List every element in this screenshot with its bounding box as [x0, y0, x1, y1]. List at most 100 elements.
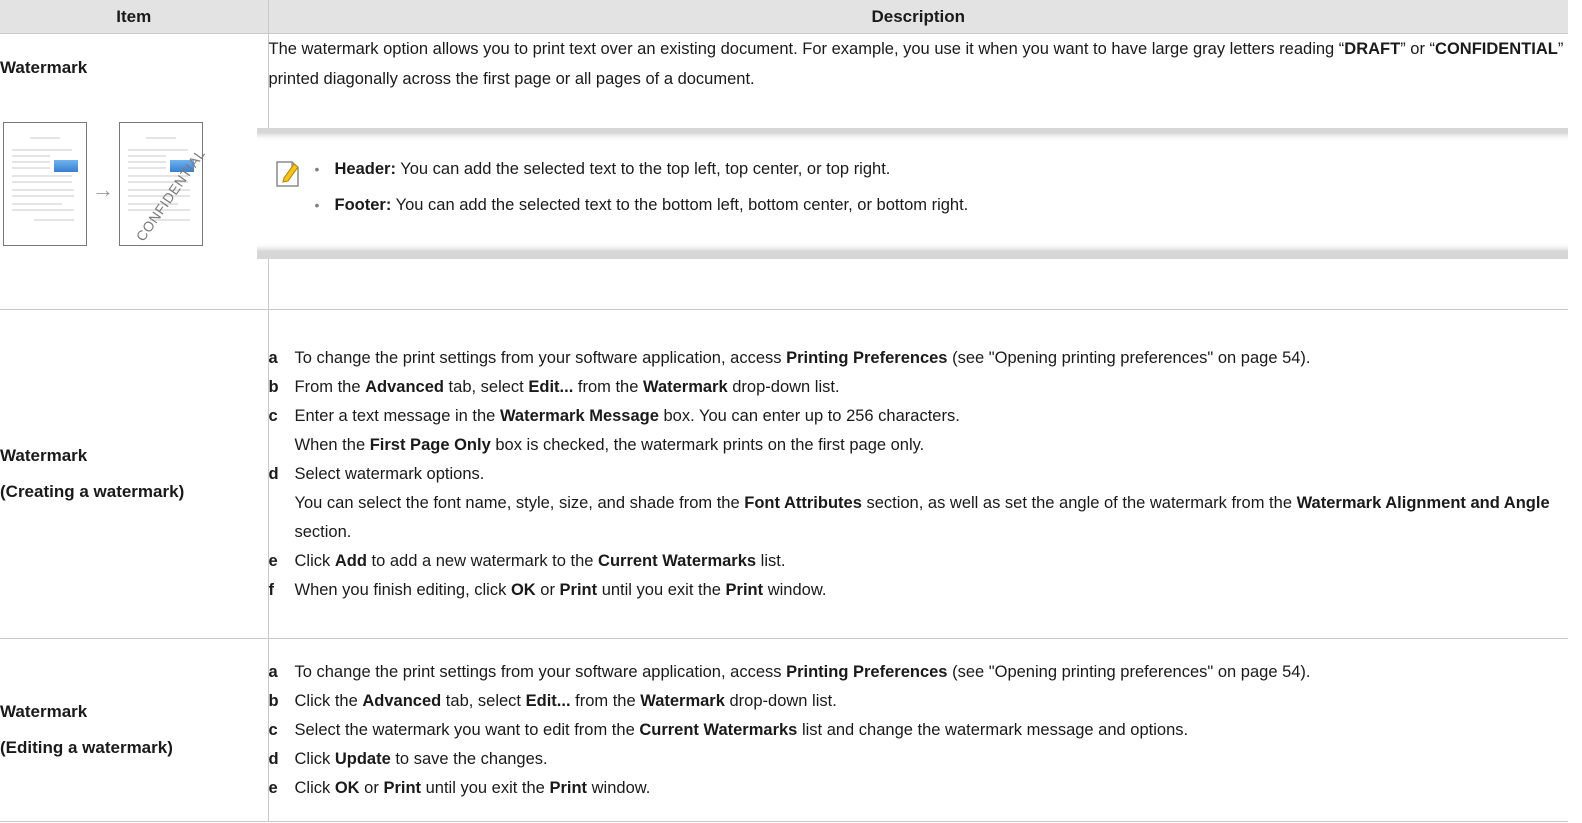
text-run: The watermark option allows you to print… [268, 40, 1345, 58]
bold-term: Print [383, 778, 422, 797]
watermark-illustration: → CONFIDENTIAL [0, 122, 268, 248]
note-list: Header: You can add the selected text to… [257, 133, 1569, 223]
text-run: from the [570, 691, 641, 710]
text-run: When you finish editing, click [294, 580, 511, 599]
text-run: list. [756, 551, 786, 570]
text-run: box. You can enter up to 256 characters. [658, 406, 960, 425]
text-run: section, as well as set the angle of the… [861, 493, 1297, 512]
step-letter: c [268, 720, 278, 739]
bold-term: Footer: [334, 196, 392, 214]
note-list-item: Footer: You can add the selected text to… [315, 187, 1569, 223]
step-text: To change the print settings from your s… [295, 658, 1569, 687]
step-item: f When you finish editing, click OK or Pr… [269, 576, 1569, 605]
description-cell: a To change the print settings from your … [268, 638, 1569, 822]
watermarked-page-thumbnail: CONFIDENTIAL [119, 122, 208, 246]
item-label: Watermark [0, 702, 88, 721]
bold-term: Current Watermarks [598, 551, 757, 570]
bold-term: Print [725, 580, 764, 599]
text-run: tab, select [441, 691, 526, 710]
text-run: Click [294, 551, 335, 570]
description-cell: The watermark option allows you to print… [256, 33, 1569, 310]
text-run: (see "Opening printing preferences" on p… [947, 348, 1311, 367]
bold-term: Advanced [365, 377, 444, 396]
creating-watermark-steps: a To change the print settings from your … [269, 344, 1569, 605]
bold-term: Edit... [525, 691, 571, 710]
text-run: Enter a text message in the [294, 406, 500, 425]
text-run: box is checked, the watermark prints on … [490, 435, 925, 454]
step-item: d Select watermark options. [269, 460, 1569, 489]
arrow-right-icon: → [92, 177, 114, 202]
description-cell: a To change the print settings from your … [268, 309, 1569, 639]
step-item: e Click OK or Print until you exit the Pr… [269, 774, 1569, 803]
text-run: You can add the selected text to the bot… [391, 196, 969, 214]
item-cell: Watermark (Editing a watermark) [0, 638, 269, 822]
table-row: Watermark (Creating a watermark) a To cha… [0, 309, 1569, 639]
editing-watermark-steps: a To change the print settings from your … [269, 658, 1569, 803]
bold-term: Add [334, 551, 367, 570]
text-run: window. [587, 778, 651, 797]
step-text: Click OK or Print until you exit the Pri… [295, 774, 1569, 803]
note-pencil-icon [275, 161, 299, 187]
step-text: Select the watermark you want to edit fr… [295, 716, 1569, 745]
table-row: Watermark (Editing a watermark) a To chan… [0, 638, 1569, 822]
text-run: to save the changes. [390, 749, 548, 768]
step-item: b Click the Advanced tab, select Edit... … [269, 687, 1569, 716]
item-label: Watermark [0, 446, 88, 465]
note-list-item: Header: You can add the selected text to… [315, 151, 1569, 187]
step-subtext: When the First Page Only box is checked,… [269, 431, 1569, 460]
table-row: Watermark → CONFIDENTIAL The watermark o… [0, 33, 1569, 310]
step-text: When you finish editing, click OK or Pri… [295, 576, 1569, 605]
text-run: or [535, 580, 560, 599]
text-run: section. [294, 522, 352, 541]
step-letter: f [268, 580, 275, 599]
text-run: To change the print settings from your s… [294, 662, 787, 681]
step-text: Click the Advanced tab, select Edit... f… [295, 687, 1569, 716]
text-run: from the [573, 377, 643, 396]
bold-term: Printing Preferences [786, 348, 948, 367]
step-letter: b [268, 691, 279, 710]
text-run: tab, select [443, 377, 529, 396]
step-item: a To change the print settings from your … [269, 344, 1569, 373]
watermark-options-table: Item Description Watermark → CONFIDENTIA… [0, 0, 1568, 822]
text-run: or [359, 778, 384, 797]
text-run: list and change the watermark message an… [797, 720, 1189, 739]
step-letter: e [268, 551, 278, 570]
text-run: drop-down list. [727, 377, 840, 396]
text-run: (see "Opening printing preferences" on p… [947, 662, 1311, 681]
bold-term: OK [510, 580, 536, 599]
text-run: until you exit the [421, 778, 550, 797]
step-letter: b [268, 377, 279, 396]
step-text: Click Add to add a new watermark to the … [295, 547, 1569, 576]
bold-term: CONFIDENTIAL [1435, 40, 1558, 58]
item-sublabel: (Editing a watermark) [0, 738, 173, 757]
bold-term: First Page Only [369, 435, 491, 454]
step-subtext: You can select the font name, style, siz… [269, 489, 1569, 547]
bold-term: Printing Preferences [786, 662, 948, 681]
text-run: Click [294, 778, 335, 797]
text-run: to add a new watermark to the [366, 551, 599, 570]
step-item: e Click Add to add a new watermark to the… [269, 547, 1569, 576]
step-item: a To change the print settings from your … [269, 658, 1569, 687]
item-sublabel: (Creating a watermark) [0, 482, 185, 501]
step-text: Click Update to save the changes. [295, 745, 1569, 774]
item-cell: Watermark (Creating a watermark) [0, 309, 269, 639]
text-run: Select the watermark you want to edit fr… [294, 720, 640, 739]
bold-term: Update [334, 749, 391, 768]
bold-term: DRAFT [1344, 40, 1401, 58]
item-cell: Watermark → CONFIDENTIAL [0, 33, 269, 310]
header-item: Item [0, 0, 269, 34]
note-box: Header: You can add the selected text to… [256, 128, 1569, 259]
text-run: ” or “ [1400, 40, 1436, 58]
text-run: window. [763, 580, 827, 599]
bold-term: Print [549, 778, 588, 797]
text-run: Click the [294, 691, 363, 710]
header-description: Description [268, 0, 1568, 34]
step-item: c Enter a text message in the Watermark M… [269, 402, 1569, 431]
bold-term: Watermark Message [499, 406, 659, 425]
original-page-thumbnail [3, 122, 87, 246]
text-run: Click [294, 749, 335, 768]
step-letter: a [268, 662, 278, 681]
step-letter: e [268, 778, 278, 797]
step-text: Enter a text message in the Watermark Me… [295, 402, 1569, 431]
watermark-intro-text: The watermark option allows you to print… [269, 34, 1569, 94]
